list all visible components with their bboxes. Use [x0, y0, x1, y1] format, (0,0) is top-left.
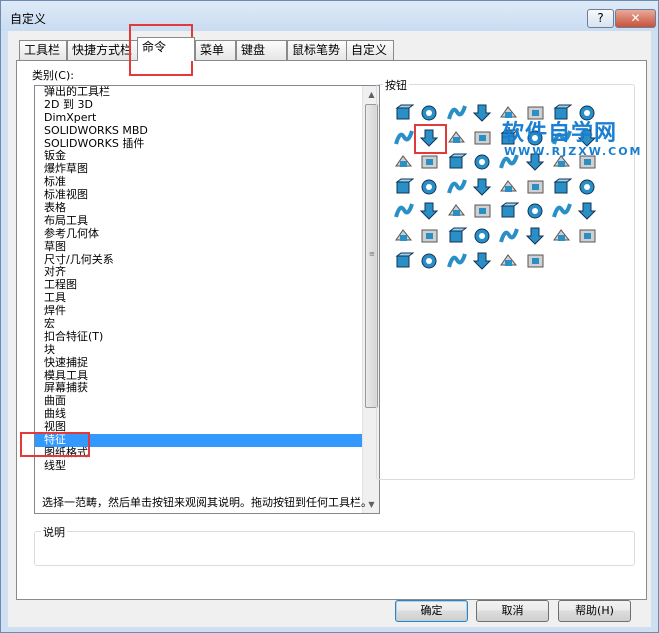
swept-cut-icon[interactable]	[393, 127, 414, 148]
instant3d-icon[interactable]	[525, 225, 546, 246]
highlight-feature-category	[20, 432, 90, 457]
extruded-boss-icon[interactable]	[393, 102, 414, 123]
intersect-icon[interactable]	[419, 151, 440, 172]
variable-pattern-icon[interactable]	[446, 176, 467, 197]
hint-text: 选择一范畴，然后单击按钮来观阅其说明。拖动按钮到任何工具栏。	[42, 496, 372, 509]
feature-works-icon[interactable]	[498, 250, 519, 271]
move-copy-icon[interactable]	[498, 176, 519, 197]
category-label: 类别(C):	[32, 69, 74, 82]
category-item[interactable]: 布局工具	[35, 214, 363, 228]
table-pattern-icon[interactable]	[393, 176, 414, 197]
category-item[interactable]: 弹出的工具栏	[35, 86, 363, 99]
title-help-button[interactable]: ?	[587, 9, 614, 28]
deform-icon[interactable]	[525, 200, 546, 221]
check-icon[interactable]	[472, 250, 493, 271]
tab-commands[interactable]: 命令	[137, 37, 195, 61]
category-item[interactable]: 曲面	[35, 394, 363, 408]
split-icon[interactable]	[577, 176, 598, 197]
category-item[interactable]: 屏幕捕获	[35, 382, 363, 395]
library-feature-icon[interactable]	[446, 250, 467, 271]
category-item[interactable]: 工具	[35, 291, 363, 305]
category-item[interactable]: 焊件	[35, 304, 363, 318]
customize-dialog: 自定义 ? ✕ 工具栏 快捷方式栏 命令 菜单 键盘 鼠标笔势 自定义 类别(C…	[0, 0, 659, 633]
freeform-icon[interactable]	[498, 200, 520, 221]
linear-pattern-icon[interactable]	[472, 151, 493, 172]
category-item[interactable]: 参考几何体	[35, 227, 363, 241]
grip-icon: ≡	[369, 250, 375, 258]
coordinate-system-icon[interactable]	[446, 225, 467, 246]
category-item[interactable]: 曲线	[35, 407, 363, 421]
category-item[interactable]: 尺寸/几何关系	[35, 253, 363, 267]
mate-reference-icon[interactable]	[498, 225, 520, 246]
category-item[interactable]: 对齐	[35, 266, 363, 279]
3d-texture-icon[interactable]	[525, 250, 546, 271]
tab-menus[interactable]: 菜单	[195, 40, 236, 60]
reference-plane-icon[interactable]	[393, 225, 414, 246]
point-icon[interactable]	[472, 225, 493, 246]
tab-mouse-gestures[interactable]: 鼠标笔势	[287, 40, 347, 60]
swept-boss-icon[interactable]	[446, 102, 467, 123]
indent-icon[interactable]	[446, 200, 467, 221]
suppress-icon[interactable]	[551, 225, 572, 246]
category-item[interactable]: 快速捕捉	[35, 356, 363, 370]
category-item[interactable]: 块	[35, 343, 363, 357]
category-items: 弹出的工具栏 2D 到 3D DimXpert SOLIDWORKS MBD SOLID…	[35, 86, 363, 473]
axis-icon[interactable]	[419, 225, 440, 246]
category-item[interactable]: 工程图	[35, 278, 363, 292]
thicken-icon[interactable]	[393, 200, 414, 221]
category-item[interactable]: DimXpert	[35, 111, 363, 125]
delete-face-icon[interactable]	[525, 176, 546, 197]
help-button[interactable]: 帮助(H)	[558, 600, 631, 622]
dome-icon[interactable]	[446, 151, 467, 172]
tab-toolbars[interactable]: 工具栏	[19, 40, 67, 60]
description-group: 说明	[34, 524, 635, 566]
watermark: 软件自学网 WWW.RJZXW.COM	[502, 115, 652, 161]
imported-icon[interactable]	[577, 200, 598, 221]
category-item[interactable]: 2D 到 3D	[35, 98, 363, 112]
scale-icon[interactable]	[472, 200, 493, 221]
category-item[interactable]: 表格	[35, 201, 363, 215]
description-label: 说明	[41, 524, 67, 540]
category-item[interactable]: 标准视图	[35, 188, 363, 202]
watermark-sub: WWW.RJZXW.COM	[504, 145, 643, 158]
fillet-icon[interactable]	[472, 127, 493, 148]
tab-shortcut-bars[interactable]: 快捷方式栏	[67, 40, 138, 60]
category-item[interactable]: SOLIDWORKS MBD	[35, 124, 363, 138]
buttons-label: 按钮	[383, 77, 409, 93]
combine-icon[interactable]	[551, 176, 572, 197]
rotate-icon[interactable]	[472, 176, 493, 197]
revolved-boss-icon[interactable]	[419, 102, 440, 123]
tab-customization[interactable]: 自定义	[346, 40, 394, 60]
category-item[interactable]: 草图	[35, 240, 363, 254]
wrap-icon[interactable]	[393, 151, 414, 172]
category-item[interactable]: SOLIDWORKS 插件	[35, 137, 363, 151]
fill-pattern-icon[interactable]	[419, 176, 440, 197]
cancel-button[interactable]: 取消	[476, 600, 549, 622]
rollback-icon[interactable]	[393, 250, 414, 271]
boundary-cut-icon[interactable]	[446, 127, 467, 148]
category-item[interactable]: 线型	[35, 459, 363, 473]
category-item[interactable]: 爆炸草图	[35, 162, 363, 176]
title-bar[interactable]: 自定义 ? ✕	[1, 1, 658, 31]
unsuppress-icon[interactable]	[577, 225, 598, 246]
ok-button[interactable]: 确定	[395, 600, 468, 622]
close-button[interactable]: ✕	[615, 9, 656, 28]
flex-icon[interactable]	[419, 200, 440, 221]
watermark-main: 软件自学网	[502, 121, 618, 146]
move-face-icon[interactable]	[551, 200, 572, 221]
category-item[interactable]: 扣合特征(T)	[35, 330, 363, 344]
lofted-boss-icon[interactable]	[472, 102, 493, 123]
category-item[interactable]: 宏	[35, 317, 363, 331]
tab-keyboard[interactable]: 键盘	[236, 40, 287, 60]
window-title: 自定义	[10, 12, 47, 26]
highlight-feature-button	[414, 124, 447, 154]
cosmetic-thread-icon[interactable]	[419, 250, 440, 271]
